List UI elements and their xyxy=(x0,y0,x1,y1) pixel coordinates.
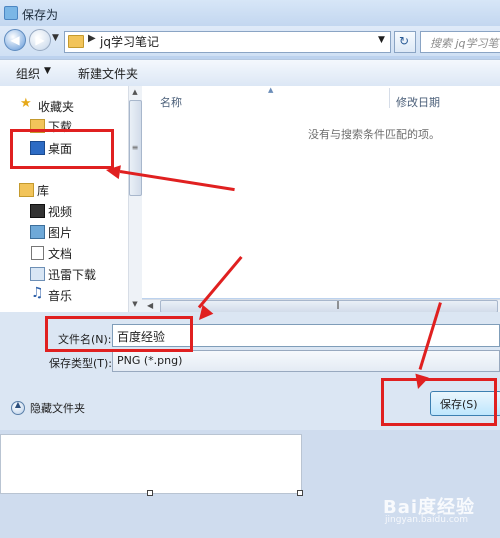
column-header-date[interactable]: 修改日期 xyxy=(396,94,440,110)
file-list[interactable] xyxy=(142,86,500,298)
new-folder-button[interactable]: 新建文件夹 xyxy=(78,65,138,82)
chevron-down-icon[interactable]: ▼ xyxy=(44,66,51,76)
chevron-up-icon: ▲ xyxy=(14,400,22,409)
highlight-save-box xyxy=(381,378,497,426)
thunder-icon xyxy=(30,267,45,281)
scroll-left-icon[interactable]: ◀ xyxy=(147,301,153,310)
resize-handle[interactable] xyxy=(147,490,153,496)
video-icon xyxy=(30,204,45,218)
sidebar-item-music[interactable]: 音乐 xyxy=(48,287,72,304)
scroll-grip-icon: ‖ xyxy=(336,300,340,309)
back-button[interactable]: ◀ xyxy=(4,29,26,51)
arrowhead-icon xyxy=(104,163,121,180)
back-arrow-icon: ◀ xyxy=(10,33,20,47)
scroll-down-icon[interactable]: ▼ xyxy=(129,300,141,308)
music-note-icon: ♫ xyxy=(31,285,44,301)
forward-arrow-icon: ▶ xyxy=(35,33,45,47)
breadcrumb-separator-icon[interactable]: ▶ xyxy=(88,33,96,44)
sidebar-item-videos[interactable]: 视频 xyxy=(48,203,72,220)
highlight-desktop-box xyxy=(10,129,114,169)
scroll-up-icon[interactable]: ▲ xyxy=(129,88,141,96)
search-placeholder: 搜索 jq学习笔记 xyxy=(430,37,500,50)
sidebar-item-libraries[interactable]: 库 xyxy=(37,182,49,199)
breadcrumb-current[interactable]: jq学习笔记 xyxy=(100,33,159,50)
document-icon xyxy=(31,246,44,260)
sidebar-item-thunder-downloads[interactable]: 迅雷下载 xyxy=(48,266,96,283)
filetype-value[interactable]: PNG (*.png) xyxy=(117,354,182,367)
sidebar-item-documents[interactable]: 文档 xyxy=(48,245,72,262)
folder-icon xyxy=(68,35,84,48)
hide-folders-button[interactable]: 隐藏文件夹 xyxy=(30,400,85,416)
chevron-up-icon: ▲ xyxy=(268,86,274,94)
recent-pages-dropdown-icon[interactable]: ▼ xyxy=(52,33,59,43)
watermark-url: jingyan.baidu.com xyxy=(385,515,469,525)
navigation-pane: ★ 收藏夹 下载 桌面 库 视频 图片 文档 迅雷下载 ♫ 音乐 xyxy=(0,86,128,312)
empty-list-message: 没有与搜索条件匹配的项。 xyxy=(308,128,440,141)
title-bar xyxy=(0,0,500,26)
command-toolbar xyxy=(0,59,500,87)
drawing-canvas[interactable] xyxy=(0,434,302,494)
highlight-filename-box xyxy=(45,316,193,352)
address-dropdown-icon[interactable]: ▼ xyxy=(378,35,385,45)
app-icon xyxy=(4,6,18,20)
forward-button[interactable]: ▶ xyxy=(29,29,51,51)
refresh-icon: ↻ xyxy=(398,34,410,48)
sidebar-item-pictures[interactable]: 图片 xyxy=(48,224,72,241)
filetype-label: 保存类型(T): xyxy=(49,357,113,370)
picture-icon xyxy=(30,225,45,239)
scroll-grip-icon: ≡ xyxy=(131,143,139,152)
library-icon xyxy=(19,183,34,197)
column-divider[interactable] xyxy=(389,88,390,108)
star-icon: ★ xyxy=(20,96,32,111)
column-header-name[interactable]: 名称 xyxy=(160,94,182,110)
resize-handle[interactable] xyxy=(297,490,303,496)
sidebar-item-favorites[interactable]: 收藏夹 xyxy=(38,98,74,115)
window-title: 保存为 xyxy=(22,8,59,22)
organize-button[interactable]: 组织 xyxy=(16,65,40,82)
